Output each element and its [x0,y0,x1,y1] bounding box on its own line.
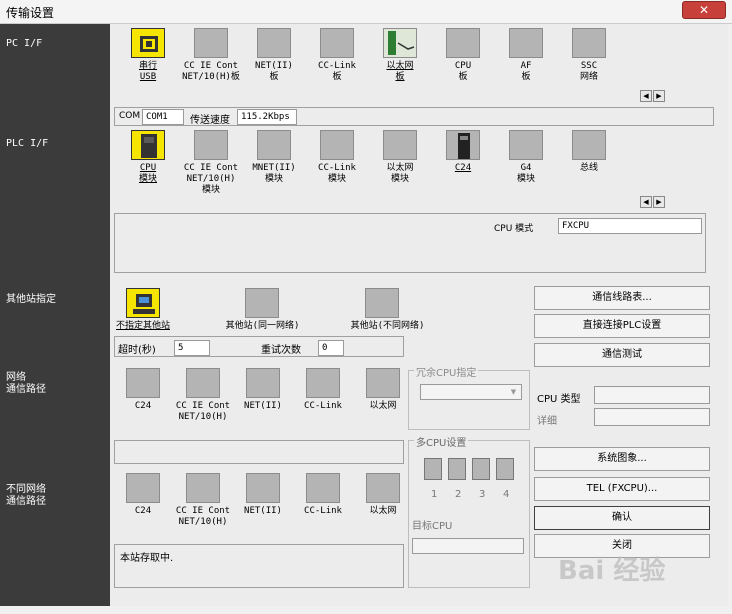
tile-label: 总线 [579,163,598,173]
section-label-pc-if: PC I/F [6,38,43,49]
cpu-slot-number: 4 [503,489,510,500]
scroll-right-icon[interactable]: ▶ [653,90,665,102]
cc-link-board-icon[interactable] [320,28,354,58]
comm-test-button[interactable]: 通信测试 [534,343,710,367]
usb-serial-icon[interactable] [131,28,165,58]
cpu-module-icon [133,294,155,314]
same-network-station-icon[interactable] [245,288,279,318]
title-bar: 传输设置 [0,0,732,24]
route-list-button[interactable]: 通信线路表... [534,286,710,310]
ethernet-route-icon[interactable] [366,368,400,398]
c24-route-icon[interactable] [126,368,160,398]
cpu-slot-4-button[interactable] [496,458,514,480]
section-label-other-station: 其他站指定 [6,294,56,305]
ethernet-route-icon[interactable] [366,473,400,503]
tile-label: 不指定其他站 [115,321,170,331]
window-title: 传输设置 [6,6,55,20]
retry-label: 重试次数 [261,345,301,356]
section-label-plc-if: PLC I/F [6,138,49,149]
cc-link-module-icon[interactable] [320,130,354,160]
net-route-icon[interactable] [246,368,280,398]
retry-field[interactable]: 0 [318,340,344,356]
left-panel [0,24,110,606]
c24-module-icon[interactable] [446,130,480,160]
detail-label: 详细 [537,416,557,427]
ethernet-board-icon[interactable] [383,28,417,58]
tile-label: 其他站(同一网络) [225,321,300,331]
direct-plc-button[interactable]: 直接连接PLC设置 [534,314,710,338]
section-label-network-route: 网络 通信路径 [6,372,46,395]
cpu-board-icon[interactable] [446,28,480,58]
cc-ie-route-icon[interactable] [186,368,220,398]
redundant-cpu-group [408,370,530,430]
cpu-type-field [594,386,710,404]
com-label: COM [119,111,141,121]
cpu-slot-3-button[interactable] [472,458,490,480]
cpu-mode-field: FXCPU [558,218,702,234]
cc-ie-route-icon[interactable] [186,473,220,503]
timeout-row [114,336,404,357]
target-cpu-label: 目标CPU [412,521,453,532]
cpu-slot-number: 3 [479,489,486,500]
scroll-left-icon[interactable]: ◀ [640,196,652,208]
speed-field[interactable]: 115.2Kbps [237,109,297,125]
status-text: 本站存取中. [120,553,174,564]
tile-label: SSC 网络 [579,61,598,82]
mnet-module-icon[interactable] [257,130,291,160]
cc-link-route-icon[interactable] [306,473,340,503]
close-window-button[interactable]: ✕ [682,1,726,19]
cc-ie-board-icon[interactable] [194,28,228,58]
timeout-label: 超时(秒) [118,345,156,356]
confirm-button[interactable]: 确认 [534,506,710,530]
detail-field [594,408,710,426]
diff-network-station-icon[interactable] [365,288,399,318]
cpu-slot-number: 1 [431,489,438,500]
cpu-slot-number: 2 [455,489,462,500]
route-info-box [114,440,404,464]
cc-link-route-icon[interactable] [306,368,340,398]
redundant-cpu-label: 冗余CPU指定 [414,364,479,379]
chevron-down-icon[interactable]: ▼ [507,386,520,398]
af-board-icon[interactable] [509,28,543,58]
cpu-mode-label: CPU 模式 [494,224,534,234]
tile-label: 其他站(不同网络) [350,321,425,331]
no-other-station-icon[interactable] [126,288,160,318]
cc-ie-module-icon[interactable] [194,130,228,160]
system-image-button[interactable]: 系统图象... [534,447,710,471]
scroll-left-icon[interactable]: ◀ [640,90,652,102]
ssc-network-icon[interactable] [572,28,606,58]
watermark: Bai 经验 [558,556,666,586]
ethernet-module-icon[interactable] [383,130,417,160]
com-port-field[interactable]: COM1 [142,109,184,125]
scroll-right-icon[interactable]: ▶ [653,196,665,208]
cpu-slot-1-button[interactable] [424,458,442,480]
net-board-icon[interactable] [257,28,291,58]
net-route-icon[interactable] [246,473,280,503]
bus-icon[interactable] [572,130,606,160]
c24-route-icon[interactable] [126,473,160,503]
cpu-module-icon[interactable] [131,130,165,160]
multi-cpu-label: 多CPU设置 [414,434,469,449]
target-cpu-field [412,538,524,554]
timeout-field[interactable]: 5 [174,340,210,356]
cpu-slot-2-button[interactable] [448,458,466,480]
g4-module-icon[interactable] [509,130,543,160]
cpu-type-label: CPU 类型 [537,394,581,405]
section-label-diff-network: 不同网络 通信路径 [6,484,46,507]
speed-label: 传送速度 [190,115,230,126]
tel-fxcpu-button[interactable]: TEL (FXCPU)... [534,477,710,501]
